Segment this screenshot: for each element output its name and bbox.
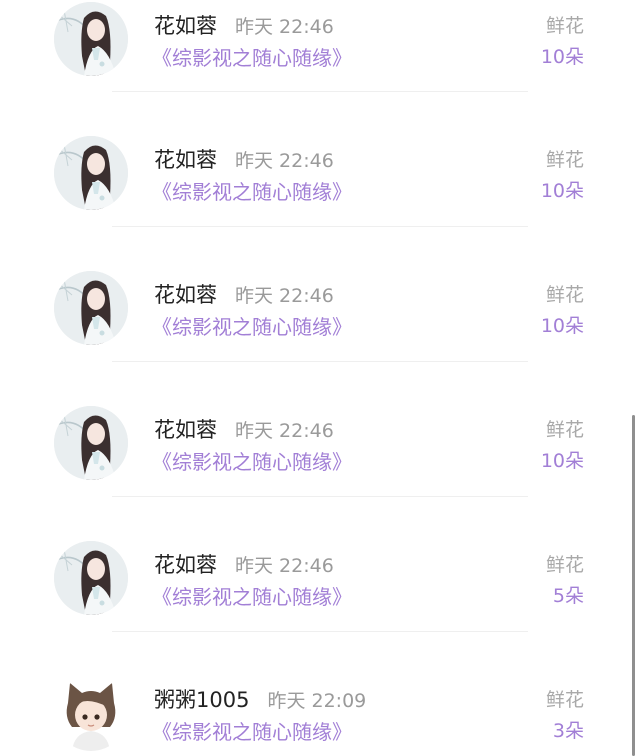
user-name[interactable]: 花如蓉	[154, 144, 217, 174]
gift-type-label: 鲜花	[545, 419, 584, 441]
user-name[interactable]: 花如蓉	[154, 414, 217, 444]
girl-avatar-icon	[54, 406, 128, 480]
gift-record-list: 花如蓉 昨天 22:46 《综影视之随心随缘》 鲜花 10朵 花如蓉 昨天 22…	[0, 0, 640, 756]
book-title-link[interactable]: 《综影视之随心随缘》	[152, 311, 352, 340]
list-item[interactable]: 粥粥1005 昨天 22:09 《综影视之随心随缘》 鲜花 3朵	[0, 632, 640, 756]
user-avatar[interactable]	[54, 406, 128, 480]
list-item[interactable]: 花如蓉 昨天 22:46 《综影视之随心随缘》 鲜花 10朵	[0, 0, 640, 92]
list-item[interactable]: 花如蓉 昨天 22:46 《综影视之随心随缘》 鲜花 10朵	[0, 362, 640, 497]
user-avatar[interactable]	[54, 541, 128, 615]
gift-count: 10朵	[540, 46, 584, 68]
user-avatar[interactable]	[54, 271, 128, 345]
book-title-link[interactable]: 《综影视之随心随缘》	[152, 446, 352, 475]
list-item[interactable]: 花如蓉 昨天 22:46 《综影视之随心随缘》 鲜花 5朵	[0, 497, 640, 632]
user-name[interactable]: 花如蓉	[154, 549, 217, 579]
list-item[interactable]: 花如蓉 昨天 22:46 《综影视之随心随缘》 鲜花 10朵	[0, 92, 640, 227]
girl-avatar-icon	[54, 271, 128, 345]
gift-type-label: 鲜花	[545, 15, 584, 37]
gift-count: 10朵	[540, 450, 584, 472]
gift-time: 昨天 22:09	[267, 690, 367, 712]
gift-count: 10朵	[540, 315, 584, 337]
gift-time: 昨天 22:46	[235, 420, 334, 442]
gift-time: 昨天 22:46	[235, 16, 334, 38]
book-title-link[interactable]: 《综影视之随心随缘》	[152, 42, 352, 71]
book-title-link[interactable]: 《综影视之随心随缘》	[152, 176, 352, 205]
gift-type-label: 鲜花	[545, 554, 584, 576]
book-title-link[interactable]: 《综影视之随心随缘》	[152, 581, 352, 610]
gift-type-label: 鲜花	[545, 689, 584, 711]
girl-avatar-icon	[54, 2, 128, 76]
user-avatar[interactable]	[54, 2, 128, 76]
gift-type-label: 鲜花	[545, 149, 584, 171]
gift-time: 昨天 22:46	[235, 555, 334, 577]
list-item[interactable]: 花如蓉 昨天 22:46 《综影视之随心随缘》 鲜花 10朵	[0, 227, 640, 362]
girl-avatar-icon	[54, 136, 128, 210]
gift-time: 昨天 22:46	[235, 285, 334, 307]
boy-avatar-icon	[54, 677, 128, 751]
gift-type-label: 鲜花	[545, 284, 584, 306]
user-name[interactable]: 花如蓉	[154, 279, 217, 309]
gift-records-screen: 花如蓉 昨天 22:46 《综影视之随心随缘》 鲜花 10朵 花如蓉 昨天 22…	[0, 0, 640, 756]
gift-time: 昨天 22:46	[235, 150, 334, 172]
user-name[interactable]: 花如蓉	[154, 10, 217, 40]
user-avatar[interactable]	[54, 677, 128, 751]
gift-count: 5朵	[552, 585, 584, 607]
girl-avatar-icon	[54, 541, 128, 615]
user-name[interactable]: 粥粥1005	[154, 684, 249, 714]
gift-count: 10朵	[540, 180, 584, 202]
book-title-link[interactable]: 《综影视之随心随缘》	[152, 716, 352, 745]
vertical-scrollbar[interactable]	[632, 415, 635, 756]
gift-count: 3朵	[552, 720, 584, 742]
user-avatar[interactable]	[54, 136, 128, 210]
